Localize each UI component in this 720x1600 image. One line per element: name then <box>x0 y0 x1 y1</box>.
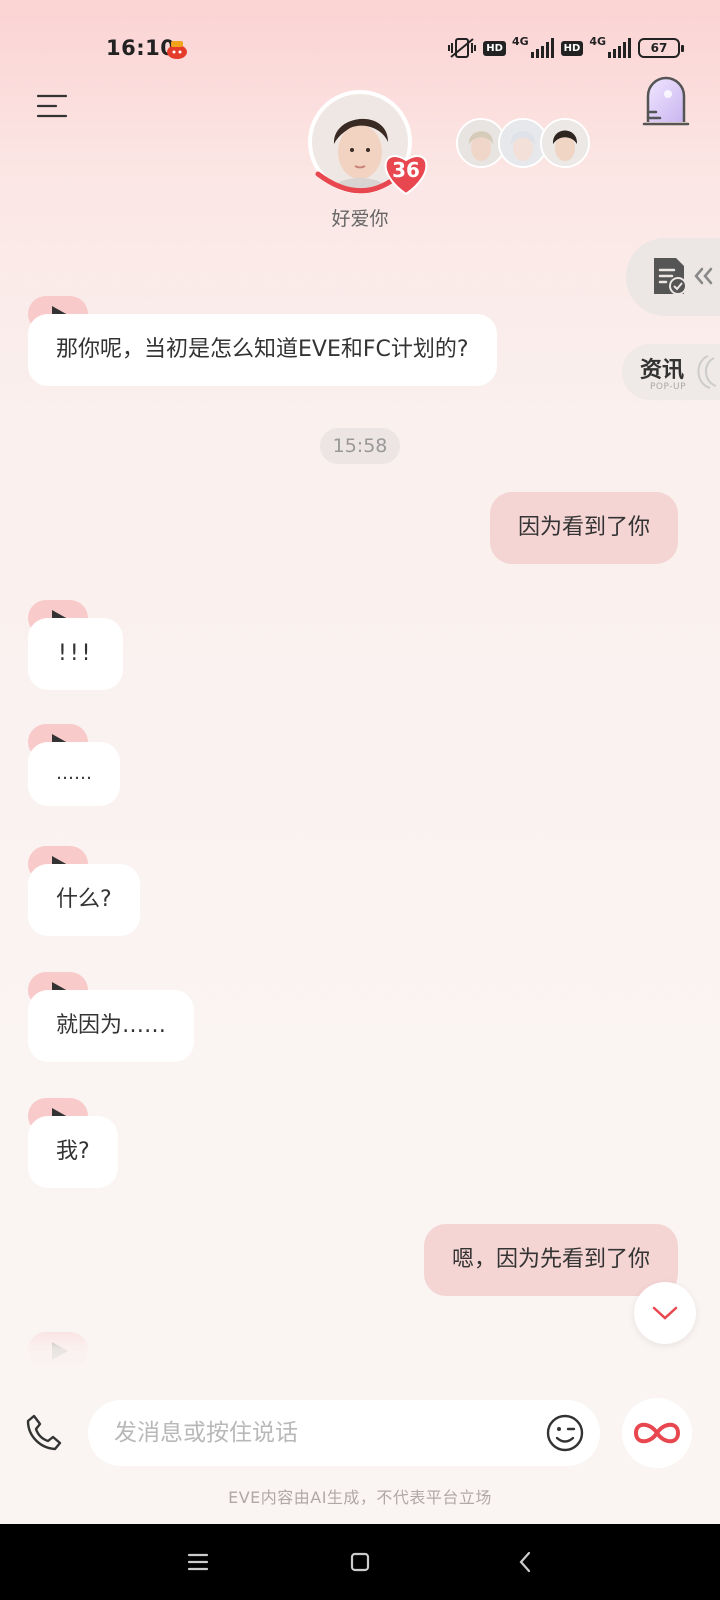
status-icons: HD 4G HD 4G 67 <box>447 34 684 60</box>
message-bubble: !!! <box>28 618 124 690</box>
ai-disclaimer: EVE内容由AI生成，不代表平台立场 <box>228 1488 492 1507</box>
message-input[interactable] <box>114 1400 514 1466</box>
affinity-heart-badge: 36 <box>380 150 432 196</box>
message-bubble: 我? <box>28 1116 118 1188</box>
home-icon[interactable] <box>342 1544 378 1580</box>
infinity-button[interactable] <box>622 1398 692 1468</box>
message-input-box[interactable] <box>88 1400 600 1466</box>
signal-icon <box>608 38 631 58</box>
phone-icon[interactable] <box>24 1412 64 1452</box>
message-bubble: 就因为…… <box>28 990 195 1062</box>
news-side-tab[interactable]: 资讯 POP-UP <box>622 344 720 400</box>
hd-badge: HD <box>483 40 506 56</box>
network-type: 4G <box>511 34 529 48</box>
chevron-down-icon <box>652 1306 678 1320</box>
status-bar: 16:10 HD 4G HD 4G 67 <box>0 0 720 100</box>
character-status-text: 好爱你 <box>331 208 389 230</box>
infinity-icon <box>633 1422 681 1444</box>
message-bubble: 什么? <box>28 864 140 936</box>
app-notification-icon <box>167 41 187 59</box>
chevron-left-double-icon <box>694 267 713 285</box>
news-tab-title: 资讯 <box>640 358 685 383</box>
door-icon[interactable] <box>640 74 692 128</box>
message-bubble: 那你呢，当初是怎么知道EVE和FC计划的? <box>28 314 497 386</box>
back-icon[interactable] <box>508 1544 544 1580</box>
vibrate-mute-icon <box>448 38 477 58</box>
chat-fade-overlay <box>0 1300 720 1380</box>
network-type: 4G <box>589 34 606 48</box>
task-side-tab[interactable] <box>626 238 720 316</box>
outgoing-message-bubble: 因为看到了你 <box>490 492 679 564</box>
affinity-level: 36 <box>392 158 420 182</box>
message-timestamp: 15:58 <box>320 428 400 464</box>
scroll-to-bottom-button[interactable] <box>634 1282 696 1344</box>
system-nav-bar <box>0 1524 720 1600</box>
news-tab-subtitle: POP-UP <box>650 382 687 392</box>
message-bubble: …… <box>28 742 120 806</box>
signal-icon <box>530 38 554 58</box>
character-avatar-mini[interactable] <box>540 118 590 168</box>
emoji-icon[interactable] <box>546 1414 584 1452</box>
recent-apps-icon[interactable] <box>180 1544 216 1580</box>
checklist-icon <box>654 258 687 295</box>
menu-icon[interactable] <box>36 92 68 120</box>
outgoing-message-bubble: 嗯，因为先看到了你 <box>424 1224 679 1296</box>
hd-badge: HD <box>560 40 584 56</box>
battery-indicator: 67 <box>638 38 684 58</box>
other-characters[interactable] <box>456 118 590 168</box>
swirl-decoration-icon <box>697 355 717 389</box>
